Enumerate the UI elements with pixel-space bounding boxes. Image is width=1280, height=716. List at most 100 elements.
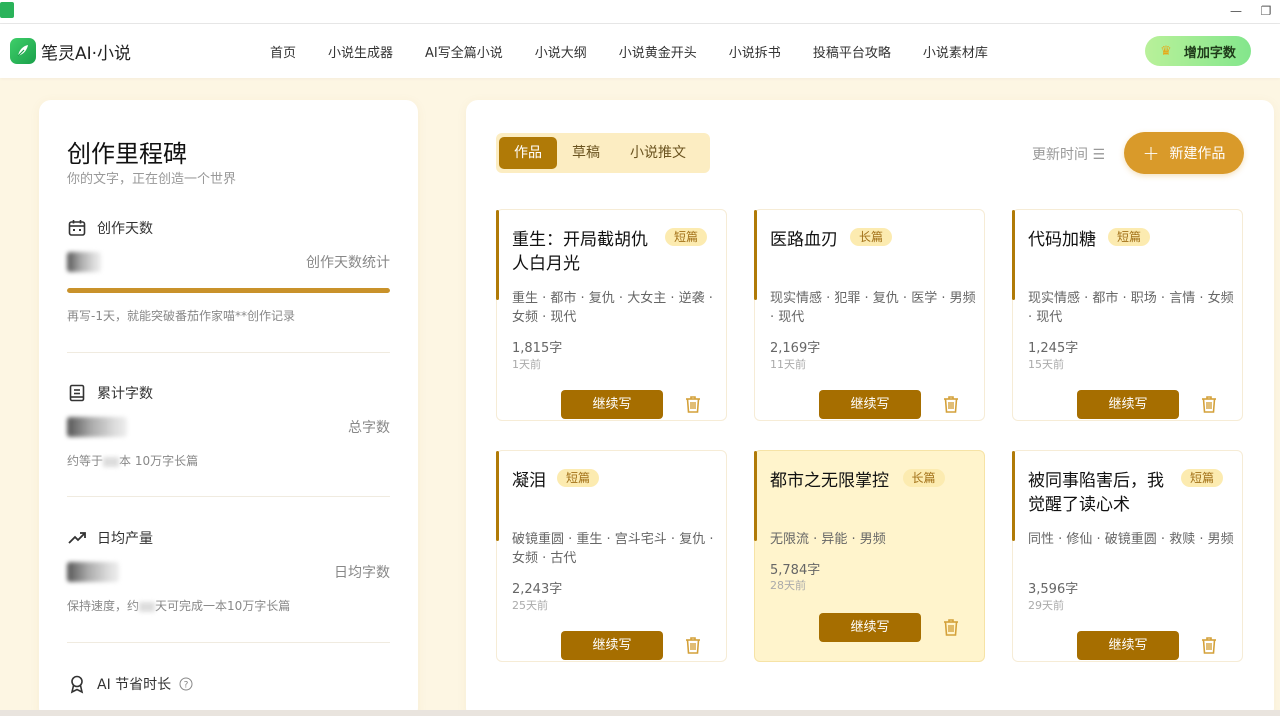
restore-icon[interactable]: ❐ bbox=[1252, 2, 1280, 20]
daily-label: 日均产量 bbox=[97, 531, 153, 547]
logo[interactable]: 笔灵AI·小说 bbox=[10, 38, 131, 64]
words-right-label: 总字数 bbox=[348, 420, 390, 436]
panel-subtitle: 你的文字，正在创造一个世界 bbox=[67, 172, 237, 187]
card-title[interactable]: 都市之无限掌控 bbox=[770, 469, 920, 493]
card-word-count: 3,596字 bbox=[1028, 582, 1079, 597]
card-updated-time: 28天前 bbox=[770, 579, 806, 592]
card-word-count: 2,169字 bbox=[770, 341, 821, 356]
trash-icon[interactable] bbox=[1199, 635, 1219, 655]
continue-writing-button[interactable]: 继续写 bbox=[1077, 631, 1179, 660]
continue-writing-button[interactable]: 继续写 bbox=[1077, 390, 1179, 419]
work-card[interactable]: 重生：开局截胡仇人白月光 短篇 重生 · 都市 · 复仇 · 大女主 · 逆袭 · … bbox=[496, 209, 727, 421]
card-tags: 同性 · 修仙 · 破镜重圆 · 救赎 · 男频 bbox=[1028, 532, 1234, 547]
saved-label: AI 节省时长 bbox=[97, 677, 172, 693]
card-accent-bar bbox=[1012, 210, 1015, 300]
length-badge: 短篇 bbox=[557, 469, 600, 487]
trash-icon[interactable] bbox=[1199, 394, 1219, 414]
card-accent-bar bbox=[496, 210, 499, 300]
days-label: 创作天数 bbox=[97, 221, 153, 237]
plus-icon: + bbox=[1142, 141, 1160, 165]
new-work-button[interactable]: + 新建作品 bbox=[1124, 132, 1244, 174]
days-right-label: 创作天数统计 bbox=[306, 255, 390, 271]
card-tags: 现实情感 · 都市 · 职场 · 言情 · 女频 · 现代 bbox=[1028, 291, 1234, 325]
nav-item[interactable]: 小说黄金开头 bbox=[619, 42, 697, 61]
taskbar-strip bbox=[0, 710, 1280, 716]
divider bbox=[67, 352, 390, 353]
card-title[interactable]: 代码加糖 bbox=[1028, 228, 1178, 252]
add-words-button[interactable]: ♛ 增加字数 bbox=[1145, 36, 1251, 66]
card-title[interactable]: 医路血刃 bbox=[770, 228, 920, 252]
works-panel: 作品 草稿 小说推文 更新时间 ☰ + 新建作品 重生：开局截胡仇人白月光 短篇 重生 … bbox=[466, 100, 1274, 716]
trash-icon[interactable] bbox=[683, 635, 703, 655]
nav-item[interactable]: 投稿平台攻略 bbox=[813, 42, 891, 61]
card-accent-bar bbox=[1012, 451, 1015, 541]
words-note-suffix: 本 10万字长篇 bbox=[119, 454, 199, 468]
card-updated-time: 29天前 bbox=[1028, 599, 1064, 612]
continue-writing-button[interactable]: 继续写 bbox=[561, 631, 663, 660]
redacted bbox=[103, 456, 120, 467]
work-card[interactable]: 代码加糖 短篇现实情感 · 都市 · 职场 · 言情 · 女频 · 现代 1,245… bbox=[1012, 209, 1243, 421]
words-note-prefix: 约等于 bbox=[67, 454, 104, 468]
daily-note-suffix: 天可完成一本10万字长篇 bbox=[155, 599, 291, 613]
days-header: 创作天数 bbox=[67, 218, 153, 238]
award-icon bbox=[70, 675, 84, 694]
trash-icon[interactable] bbox=[941, 617, 961, 637]
nav-item[interactable]: AI写全篇小说 bbox=[425, 42, 503, 61]
card-word-count: 1,245字 bbox=[1028, 341, 1079, 356]
work-card[interactable]: 凝泪 短篇 破镜重圆 · 重生 · 宫斗宅斗 · 复仇 · 女频 · 古代 2,243… bbox=[496, 450, 727, 662]
top-header: 笔灵AI·小说 首页 小说生成器 AI写全篇小说 小说大纲 小说黄金开头 小说拆书 投稿平台… bbox=[0, 24, 1280, 78]
card-title[interactable]: 重生：开局截胡仇人白月光 bbox=[512, 228, 662, 276]
card-updated-time: 1天前 bbox=[512, 358, 541, 371]
continue-writing-button[interactable]: 继续写 bbox=[819, 390, 921, 419]
daily-note: 保持速度，约 天可完成一本10万字长篇 bbox=[67, 597, 290, 614]
card-tags: 现实情感 · 犯罪 · 复仇 · 医学 · 男频 · 现代 bbox=[770, 291, 976, 325]
trash-icon[interactable] bbox=[683, 394, 703, 414]
length-badge: 长篇 bbox=[902, 469, 945, 487]
tab-1[interactable]: 草稿 bbox=[557, 137, 615, 169]
trending-up-icon bbox=[68, 532, 86, 544]
help-icon[interactable]: ? bbox=[179, 677, 193, 691]
words-header: 累计字数 bbox=[67, 383, 153, 403]
length-badge: 长篇 bbox=[850, 228, 893, 246]
app-icon bbox=[0, 2, 14, 18]
book-icon bbox=[69, 384, 85, 402]
daily-value-redacted bbox=[67, 562, 119, 582]
card-updated-time: 25天前 bbox=[512, 599, 548, 612]
main-nav: 首页 小说生成器 AI写全篇小说 小说大纲 小说黄金开头 小说拆书 投稿平台攻略 小说素材库 bbox=[270, 24, 1020, 78]
nav-item[interactable]: 首页 bbox=[270, 42, 296, 61]
trash-icon[interactable] bbox=[941, 394, 961, 414]
continue-writing-button[interactable]: 继续写 bbox=[819, 613, 921, 642]
length-badge: 短篇 bbox=[665, 228, 708, 246]
minimize-icon[interactable]: — bbox=[1222, 2, 1250, 20]
nav-item[interactable]: 小说素材库 bbox=[923, 42, 988, 61]
work-card[interactable]: 被同事陷害后，我觉醒了读心术 短篇 同性 · 修仙 · 破镜重圆 · 救赎 · 男频… bbox=[1012, 450, 1243, 662]
new-work-label: 新建作品 bbox=[1169, 146, 1226, 162]
card-title[interactable]: 被同事陷害后，我觉醒了读心术 bbox=[1028, 469, 1178, 517]
calendar-icon bbox=[68, 220, 86, 236]
svg-text:?: ? bbox=[184, 681, 189, 691]
panel-title: 创作里程碑 bbox=[67, 140, 187, 168]
nav-item[interactable]: 小说拆书 bbox=[729, 42, 781, 61]
nav-item[interactable]: 小说生成器 bbox=[328, 42, 393, 61]
card-word-count: 1,815字 bbox=[512, 341, 563, 356]
daily-note-prefix: 保持速度，约 bbox=[67, 599, 140, 613]
sort-by-update-time[interactable]: 更新时间 ☰ bbox=[1032, 144, 1105, 164]
crown-icon: ♛ bbox=[1160, 43, 1172, 59]
card-accent-bar bbox=[754, 210, 757, 300]
window-chrome: — ❐ bbox=[0, 0, 1280, 24]
days-note: 再写-1天，就能突破番茄作家喵**创作记录 bbox=[67, 309, 295, 323]
card-tags: 无限流 · 异能 · 男频 bbox=[770, 532, 886, 547]
tab-0[interactable]: 作品 bbox=[499, 137, 557, 169]
work-card[interactable]: 都市之无限掌控 长篇 无限流 · 异能 · 男频 5,784字 28天前 继续写 bbox=[754, 450, 985, 662]
length-badge: 短篇 bbox=[1108, 228, 1151, 246]
days-value-redacted bbox=[67, 252, 101, 272]
tab-2[interactable]: 小说推文 bbox=[615, 137, 701, 169]
nav-item[interactable]: 小说大纲 bbox=[535, 42, 587, 61]
work-card[interactable]: 医路血刃 长篇现实情感 · 犯罪 · 复仇 · 医学 · 男频 · 现代 2,169… bbox=[754, 209, 985, 421]
saved-header: AI 节省时长 ? bbox=[67, 674, 203, 694]
continue-writing-button[interactable]: 继续写 bbox=[561, 390, 663, 419]
feather-logo-icon bbox=[10, 38, 36, 64]
card-updated-time: 11天前 bbox=[770, 358, 806, 371]
card-tags: 破镜重圆 · 重生 · 宫斗宅斗 · 复仇 · 女频 · 古代 bbox=[512, 532, 714, 566]
words-label: 累计字数 bbox=[97, 386, 153, 402]
